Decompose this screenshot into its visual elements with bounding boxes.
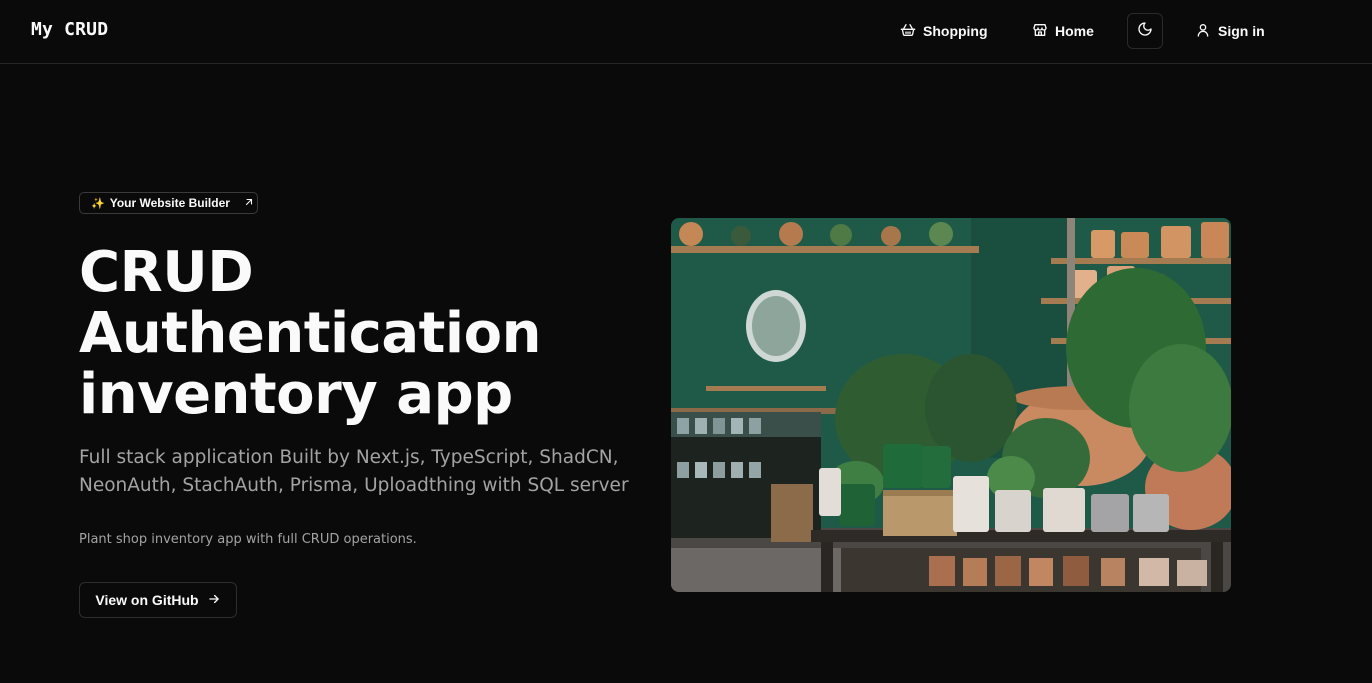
store-icon [1032,22,1048,41]
plant-shop-image [671,218,1231,592]
user-icon [1195,22,1211,41]
brand-logo[interactable]: My CRUD [31,19,108,40]
sparkles-icon: ✨ [91,197,105,210]
moon-icon [1137,21,1153,42]
navbar: My CRUD Shopping Home Sign in [0,0,1372,64]
badge-label: Your Website Builder [109,196,230,210]
hero-subtitle: Full stack application Built by Next.js,… [79,447,629,496]
hero-title: CRUD Authentication inventory app [79,242,579,425]
nav-home-label: Home [1055,23,1094,39]
nav-signin-link[interactable]: Sign in [1195,18,1265,44]
hero-description: Plant shop inventory app with full CRUD … [79,532,417,547]
arrow-right-icon [207,592,221,609]
nav-signin-label: Sign in [1218,23,1265,39]
hero-title-line: CRUD [79,240,254,305]
arrow-up-right-icon [235,196,255,211]
github-button-label: View on GitHub [95,592,199,608]
basket-icon [900,22,916,41]
nav-shopping-link[interactable]: Shopping [900,18,988,44]
nav-shopping-label: Shopping [923,23,988,39]
view-on-github-button[interactable]: View on GitHub [79,582,237,618]
theme-toggle-button[interactable] [1127,13,1163,49]
nav-home-link[interactable]: Home [1032,18,1094,44]
hero-title-line: inventory app [79,362,513,427]
hero-title-line: Authentication [79,301,541,366]
website-builder-badge[interactable]: ✨ Your Website Builder [79,192,258,214]
